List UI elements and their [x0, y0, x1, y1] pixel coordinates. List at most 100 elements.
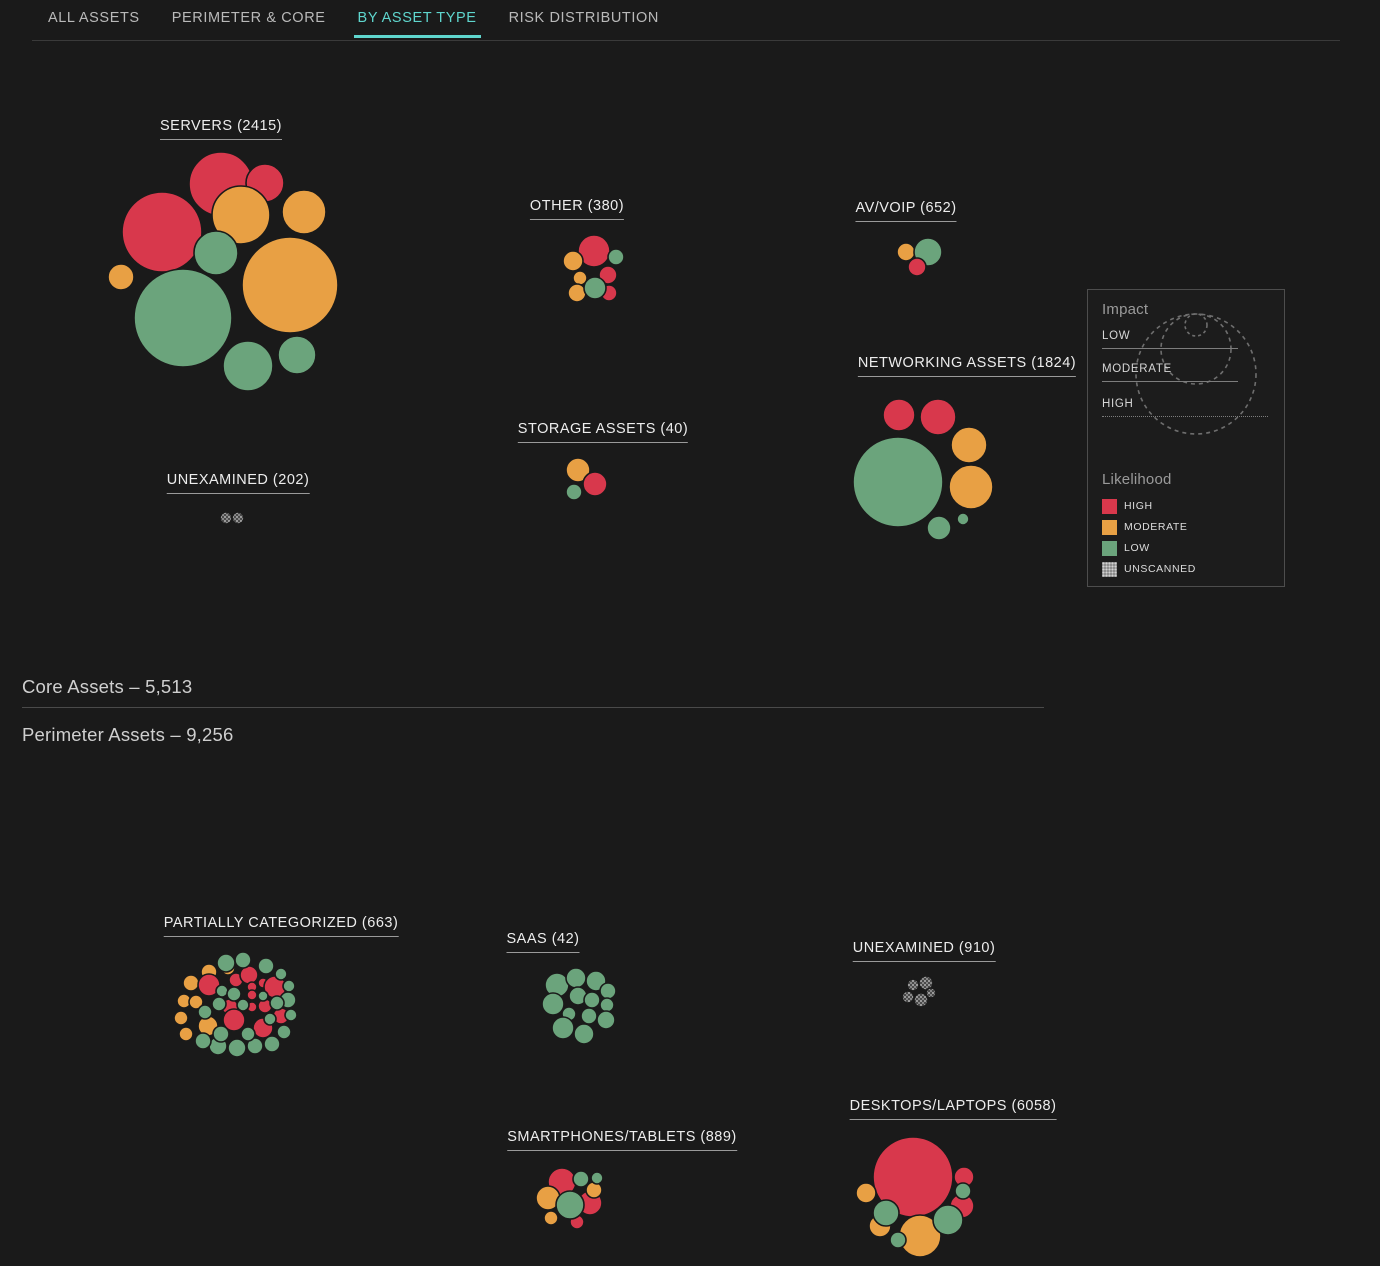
- bubble-high[interactable]: [246, 989, 258, 1001]
- bubble-moderate[interactable]: [855, 1182, 877, 1204]
- bubble-low[interactable]: [240, 1026, 256, 1042]
- bubble-low[interactable]: [263, 1035, 281, 1053]
- bubble-moderate[interactable]: [896, 242, 916, 262]
- bubble-low[interactable]: [956, 512, 970, 526]
- bubble-low[interactable]: [212, 1025, 230, 1043]
- bubble-moderate[interactable]: [182, 974, 200, 992]
- cluster-title-saas[interactable]: SAAS (42): [506, 931, 580, 953]
- bubble-low[interactable]: [551, 1016, 575, 1040]
- bubble-low[interactable]: [596, 1010, 616, 1030]
- cluster-title-partially-categorized[interactable]: PARTIALLY CATEGORIZED (663): [163, 915, 399, 937]
- bubble-moderate[interactable]: [950, 426, 988, 464]
- bubble-unscanned[interactable]: [231, 511, 245, 525]
- bubble-low[interactable]: [226, 986, 242, 1002]
- bubble-group-other[interactable]: [562, 234, 625, 303]
- bubble-low[interactable]: [133, 268, 233, 368]
- bubble-group-av-voip[interactable]: [896, 237, 943, 277]
- legend-swatch-moderate: [1102, 520, 1117, 535]
- bubble-unscanned[interactable]: [925, 987, 937, 999]
- bubble-low[interactable]: [211, 996, 227, 1012]
- bubble-moderate[interactable]: [562, 250, 584, 272]
- bubble-group-storage-assets[interactable]: [565, 457, 608, 501]
- bubble-high[interactable]: [582, 471, 608, 497]
- cluster-title-smartphones-tablets[interactable]: SMARTPHONES/TABLETS (889): [507, 1129, 737, 1151]
- bubble-low[interactable]: [257, 957, 275, 975]
- bubble-group-unexamined-perimeter[interactable]: [901, 975, 937, 1008]
- bubble-low[interactable]: [565, 483, 583, 501]
- bubble-low[interactable]: [276, 1024, 292, 1040]
- bubble-low[interactable]: [234, 951, 252, 969]
- bubble-low[interactable]: [573, 1023, 595, 1045]
- bubble-unscanned[interactable]: [901, 990, 915, 1004]
- bubble-low[interactable]: [284, 1008, 298, 1022]
- bubble-low[interactable]: [197, 1004, 213, 1020]
- legend-label-high: HIGH: [1124, 500, 1153, 512]
- bubble-moderate[interactable]: [178, 1026, 194, 1042]
- bubble-low[interactable]: [269, 995, 285, 1011]
- bubble-low[interactable]: [194, 1032, 212, 1050]
- cluster-title-unexamined-core[interactable]: UNEXAMINED (202): [166, 472, 310, 494]
- bubble-low[interactable]: [926, 515, 952, 541]
- bubble-low[interactable]: [583, 991, 601, 1009]
- bubble-low[interactable]: [889, 1231, 907, 1249]
- bubble-group-desktops-laptops[interactable]: [855, 1136, 975, 1258]
- bubble-low[interactable]: [932, 1204, 964, 1236]
- bubble-moderate[interactable]: [173, 1010, 189, 1026]
- bubble-moderate[interactable]: [107, 263, 135, 291]
- bubble-low[interactable]: [541, 992, 565, 1016]
- bubble-high[interactable]: [121, 191, 203, 273]
- bubble-low[interactable]: [565, 967, 587, 989]
- bubble-low[interactable]: [583, 276, 607, 300]
- bubble-low[interactable]: [216, 953, 236, 973]
- section-divider-core: [22, 707, 1044, 708]
- bubble-group-partially-categorized[interactable]: [173, 951, 298, 1058]
- bubble-low[interactable]: [227, 1038, 247, 1058]
- bubble-low[interactable]: [193, 230, 239, 276]
- bubble-low[interactable]: [607, 248, 625, 266]
- bubble-low[interactable]: [277, 335, 317, 375]
- bubble-low[interactable]: [215, 984, 229, 998]
- bubble-low[interactable]: [580, 1007, 598, 1025]
- bubble-low[interactable]: [274, 967, 288, 981]
- cluster-title-servers[interactable]: SERVERS (2415): [160, 118, 282, 140]
- bubble-high[interactable]: [919, 398, 957, 436]
- impact-circle-low: [1184, 313, 1208, 337]
- bubble-moderate[interactable]: [585, 1181, 603, 1199]
- bubble-low[interactable]: [852, 436, 944, 528]
- bubble-low[interactable]: [263, 1012, 277, 1026]
- bubble-low[interactable]: [236, 998, 250, 1012]
- bubble-high[interactable]: [907, 257, 927, 277]
- legend-likelihood-title: Likelihood: [1102, 471, 1172, 488]
- cluster-title-storage-assets[interactable]: STORAGE ASSETS (40): [517, 421, 689, 443]
- bubble-moderate[interactable]: [543, 1210, 559, 1226]
- bubble-group-servers[interactable]: [107, 151, 339, 392]
- impact-label-moderate: MODERATE: [1102, 363, 1172, 375]
- bubble-low[interactable]: [599, 997, 615, 1013]
- bubble-low[interactable]: [257, 990, 269, 1002]
- bubble-unscanned[interactable]: [219, 511, 233, 525]
- by-asset-type-view: ALL ASSETS PERIMETER & CORE BY ASSET TYP…: [0, 0, 1380, 1266]
- bubble-moderate[interactable]: [281, 189, 327, 235]
- bubble-group-networking-assets[interactable]: [852, 398, 994, 541]
- bubble-group-unexamined-core[interactable]: [219, 511, 245, 525]
- cluster-title-unexamined-perimeter[interactable]: UNEXAMINED (910): [852, 940, 996, 962]
- bubble-low[interactable]: [282, 979, 296, 993]
- bubble-moderate[interactable]: [948, 464, 994, 510]
- bubble-low[interactable]: [872, 1199, 900, 1227]
- cluster-title-other[interactable]: OTHER (380): [529, 198, 625, 220]
- bubble-low[interactable]: [599, 982, 617, 1000]
- bubble-low[interactable]: [555, 1190, 585, 1220]
- bubble-low[interactable]: [572, 1170, 590, 1188]
- bubble-group-smartphones-tablets[interactable]: [535, 1167, 604, 1230]
- legend-label-unscanned: UNSCANNED: [1124, 563, 1196, 575]
- bubble-high[interactable]: [882, 398, 916, 432]
- cluster-title-desktops-laptops[interactable]: DESKTOPS/LAPTOPS (6058): [849, 1098, 1057, 1120]
- cluster-title-av-voip[interactable]: AV/VOIP (652): [855, 200, 957, 222]
- bubble-moderate[interactable]: [241, 236, 339, 334]
- cluster-title-networking-assets[interactable]: NETWORKING ASSETS (1824): [857, 355, 1077, 377]
- bubble-low[interactable]: [590, 1171, 604, 1185]
- bubble-low[interactable]: [222, 340, 274, 392]
- bubble-unscanned[interactable]: [906, 978, 920, 992]
- bubble-low[interactable]: [954, 1182, 972, 1200]
- bubble-group-saas[interactable]: [541, 967, 617, 1045]
